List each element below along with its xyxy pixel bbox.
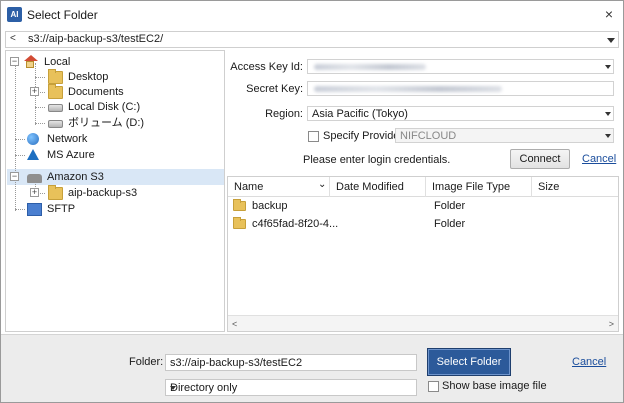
tree-item-label: Local Disk (C:) (68, 101, 141, 113)
login-message: Please enter login credentials. (303, 154, 451, 166)
tree-connector (40, 193, 45, 194)
expand-documents-icon[interactable]: + (30, 87, 39, 96)
folder-icon (48, 185, 63, 200)
tree-item-label: Desktop (68, 71, 109, 83)
folder-icon (48, 84, 63, 99)
sftp-icon (27, 203, 42, 216)
close-icon[interactable]: × (599, 4, 619, 24)
secret-key-label: Secret Key: (246, 83, 303, 95)
tree-item-label: Documents (68, 86, 124, 98)
collapse-s3-icon[interactable]: − (10, 172, 19, 181)
dialog-footer: Folder: s3://aip-backup-s3/testEC2 Selec… (1, 334, 623, 402)
connect-button[interactable]: Connect (510, 149, 570, 169)
folder-icon (233, 199, 246, 211)
tree-item-label: aip-backup-s3 (68, 187, 138, 199)
folder-label: Folder: (129, 356, 164, 368)
path-text: s3://aip-backup-s3/testEC2/ (28, 33, 164, 45)
tree-item-label: Local (44, 56, 71, 68)
blurred-secret-key (314, 86, 502, 92)
file-row[interactable]: backup Folder (228, 198, 618, 215)
show-base-image-label: Show base image file (442, 380, 547, 392)
access-key-label: Access Key Id: (230, 61, 303, 73)
region-select[interactable]: Asia Pacific (Tokyo) (307, 106, 614, 121)
column-date-modified[interactable]: Date Modified (330, 177, 426, 197)
specify-provider-label: Specify Provider (323, 130, 404, 142)
folder-icon (48, 69, 63, 84)
azure-icon (27, 149, 39, 160)
column-name[interactable]: Name ⌄ (228, 177, 330, 197)
sort-icon: ⌄ (318, 179, 327, 190)
tree-item-label: SFTP (47, 203, 76, 215)
cancel-link[interactable]: Cancel (582, 153, 616, 165)
tree-item-label: ボリューム (D:) (68, 117, 145, 129)
tree-item-label: Amazon S3 (47, 171, 104, 183)
file-type: Folder (434, 218, 466, 230)
tree-connector (35, 77, 45, 78)
location-tree: − + − + Local Desktop Documents Local Di… (5, 50, 225, 332)
folder-path-value: s3://aip-backup-s3/testEC2 (170, 357, 303, 369)
secret-key-field[interactable] (307, 81, 614, 96)
s3-icon (27, 174, 42, 183)
folder-icon (233, 217, 246, 229)
tree-connector (35, 107, 45, 108)
chevron-down-icon[interactable] (170, 386, 176, 390)
home-body-icon (26, 61, 34, 68)
s3-connection-pane: Access Key Id: Secret Key: Region: Asia … (227, 50, 619, 332)
tree-connector (35, 123, 45, 124)
column-label: Size (538, 181, 560, 193)
chevron-down-icon[interactable] (605, 112, 611, 116)
tree-connector (15, 209, 25, 210)
specify-provider-checkbox[interactable] (308, 131, 319, 142)
folder-path-input[interactable]: s3://aip-backup-s3/testEC2 (165, 354, 417, 371)
filter-select[interactable]: Directory only (165, 379, 417, 396)
expand-bucket-icon[interactable]: + (30, 188, 39, 197)
column-label: Image File Type (432, 181, 511, 193)
file-type: Folder (434, 200, 466, 212)
collapse-local-icon[interactable]: − (10, 57, 19, 66)
file-name: c4f65fad-8f20-4... (252, 218, 339, 230)
show-base-image-checkbox[interactable] (428, 381, 439, 392)
blurred-access-key (314, 64, 426, 70)
disk-icon (48, 120, 63, 128)
horizontal-scrollbar[interactable]: < > (228, 315, 618, 331)
region-label: Region: (265, 108, 303, 120)
dialog-title: Select Folder (27, 8, 98, 22)
app-icon: AI (7, 7, 22, 22)
file-row[interactable]: c4f65fad-8f20-4... Folder (228, 216, 618, 233)
access-key-field[interactable] (307, 59, 614, 74)
scroll-right-icon[interactable]: > (609, 319, 614, 329)
tree-connector (15, 139, 25, 140)
path-bar[interactable]: < s3://aip-backup-s3/testEC2/ (5, 31, 619, 48)
tree-item-label: MS Azure (47, 149, 95, 161)
tree-item-label: Network (47, 133, 88, 145)
network-icon (27, 133, 39, 145)
column-label: Date Modified (336, 181, 404, 193)
select-folder-button[interactable]: Select Folder (427, 348, 511, 376)
provider-value: NIFCLOUD (400, 130, 457, 142)
file-name: backup (252, 200, 288, 212)
provider-select[interactable]: NIFCLOUD (395, 128, 614, 143)
column-label: Name (234, 181, 264, 193)
title-bar: AI Select Folder × (1, 1, 623, 29)
footer-cancel-link[interactable]: Cancel (572, 356, 606, 368)
file-list: Name ⌄ Date Modified Image File Type Siz… (227, 176, 619, 332)
column-size[interactable]: Size (532, 177, 618, 197)
chevron-down-icon[interactable] (605, 134, 611, 138)
disk-icon (48, 104, 63, 112)
back-arrow-icon[interactable]: < (10, 33, 16, 44)
tree-connector (15, 155, 25, 156)
tree-connector (15, 63, 16, 211)
tree-connector (40, 92, 45, 93)
filter-value: Directory only (170, 382, 238, 394)
path-dropdown-icon[interactable] (607, 38, 615, 43)
region-value: Asia Pacific (Tokyo) (312, 108, 408, 120)
chevron-down-icon[interactable] (605, 65, 611, 69)
scroll-left-icon[interactable]: < (232, 319, 237, 329)
select-folder-dialog: AI Select Folder × < s3://aip-backup-s3/… (0, 0, 624, 403)
column-image-file-type[interactable]: Image File Type (426, 177, 532, 197)
